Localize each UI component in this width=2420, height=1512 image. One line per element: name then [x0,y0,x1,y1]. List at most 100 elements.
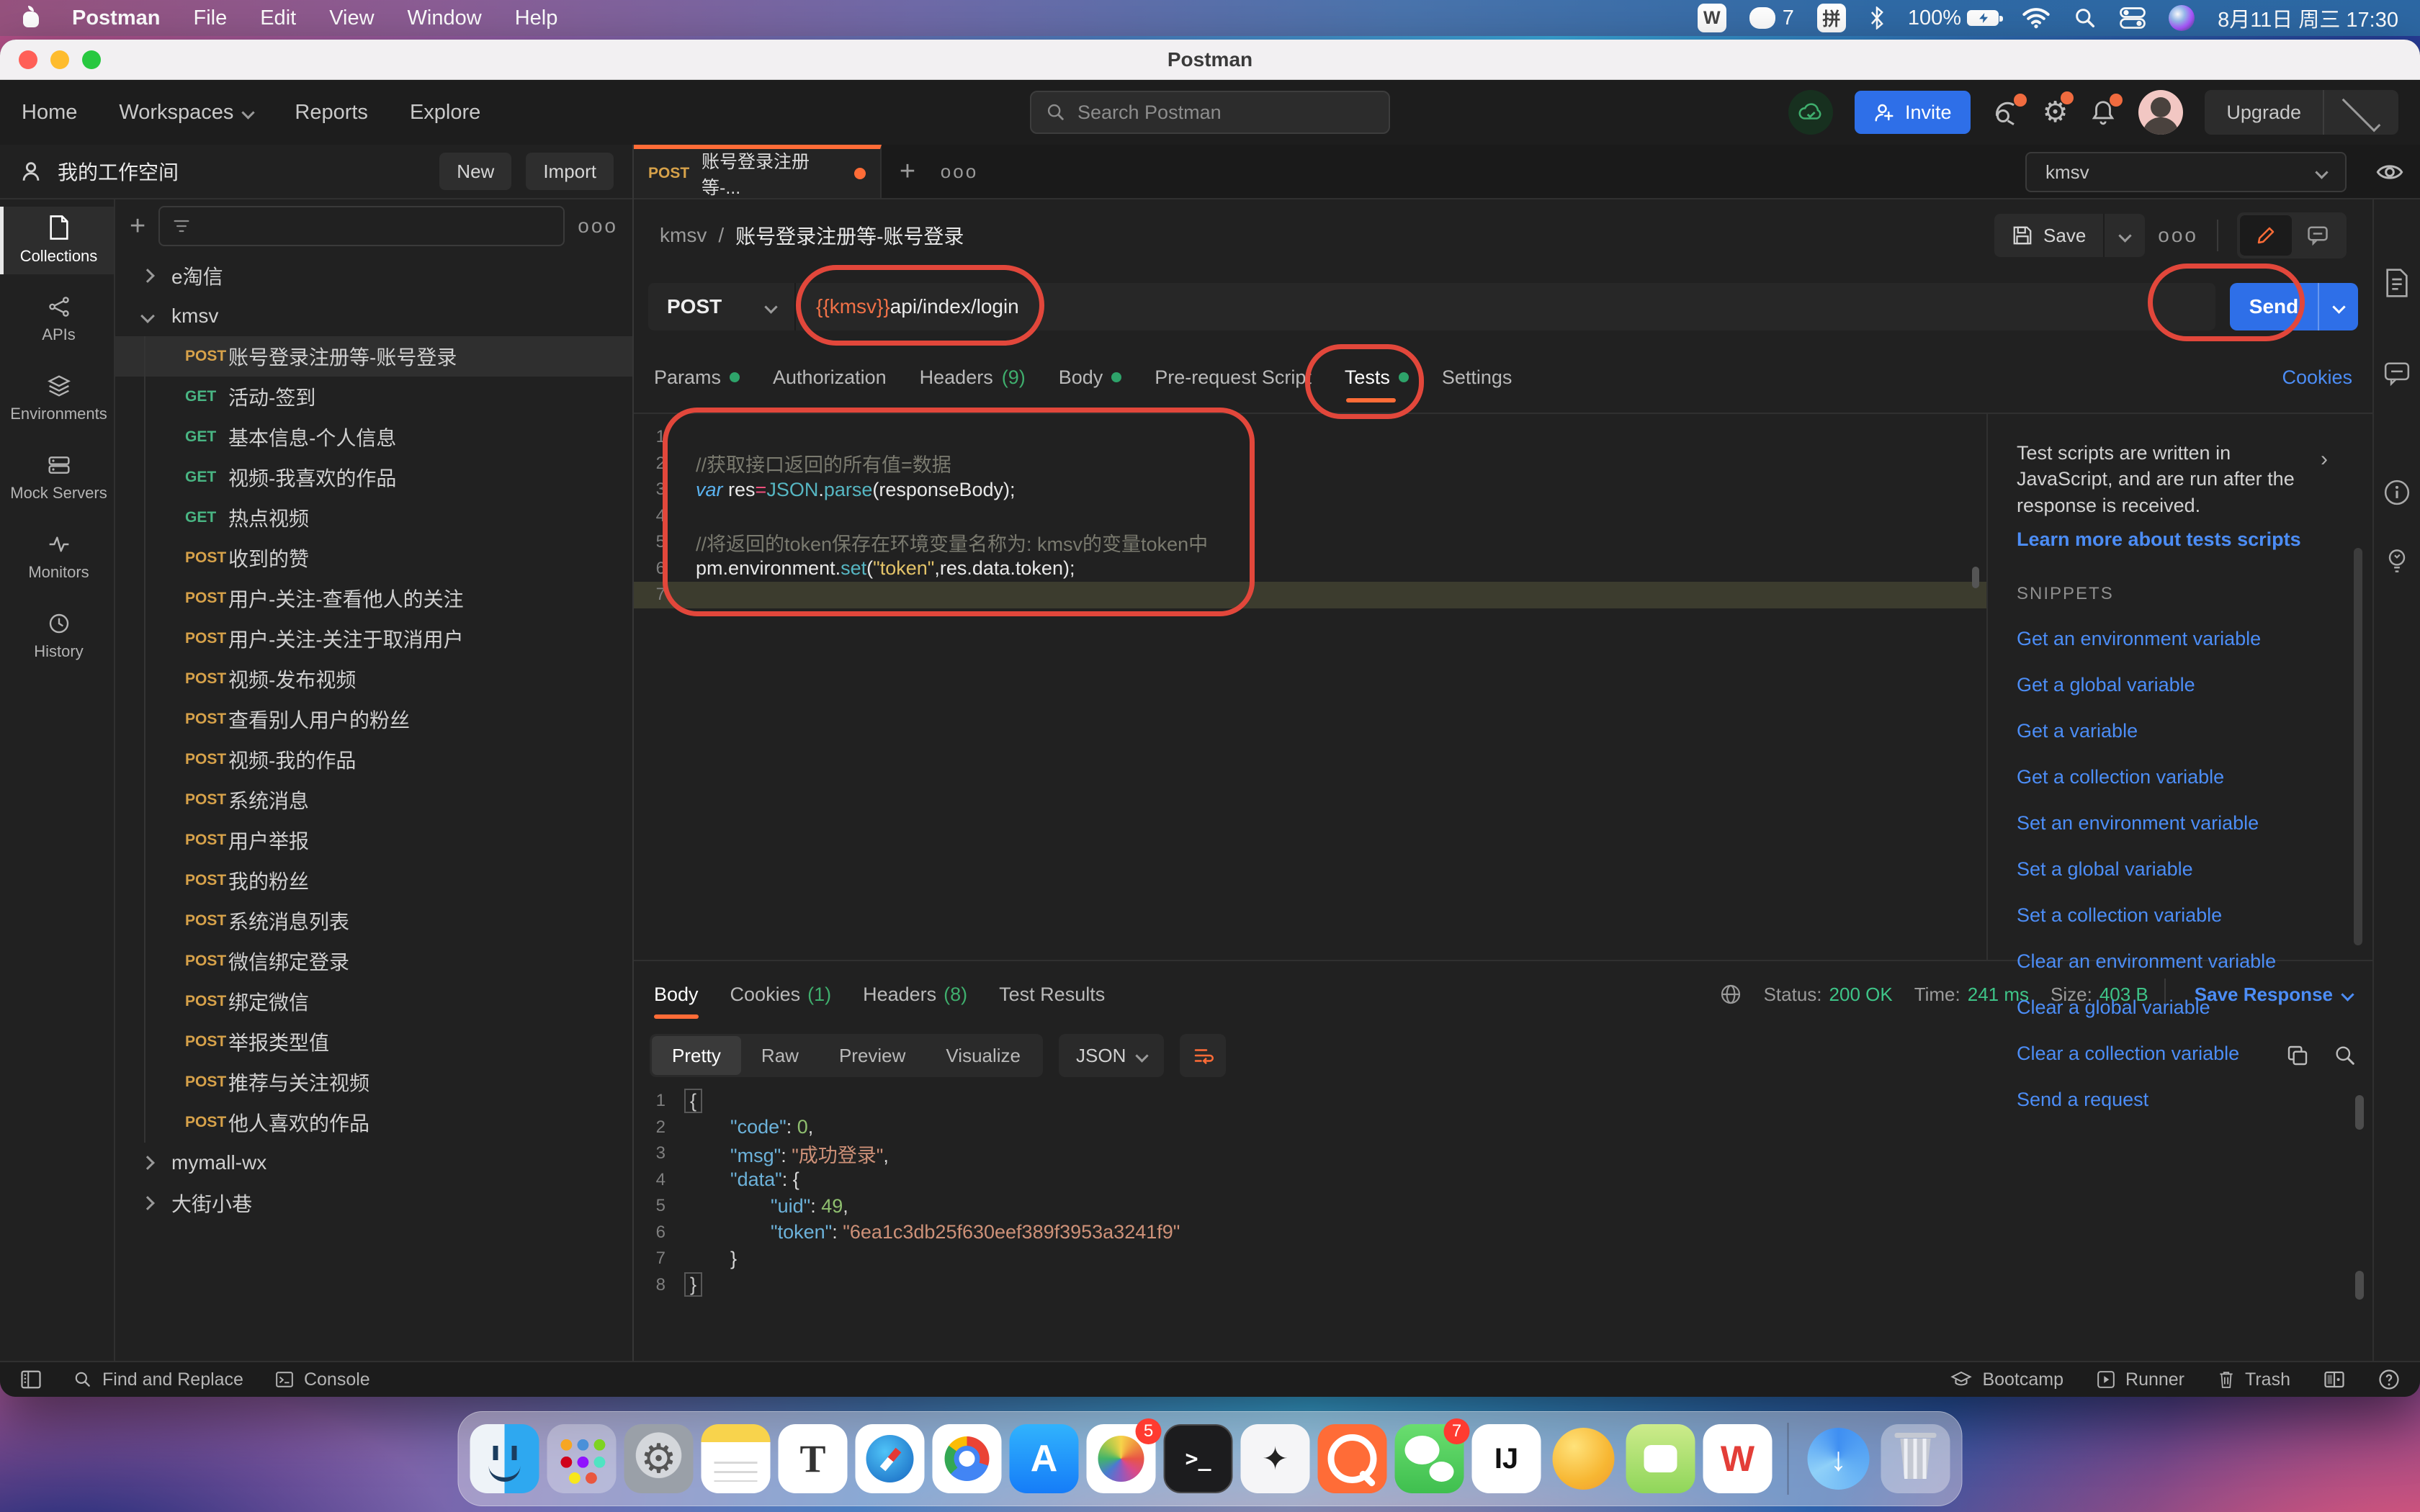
dock-chrome-icon[interactable] [933,1424,1002,1493]
apple-menu-icon[interactable] [22,7,40,29]
open-request-tab[interactable]: POST 账号登录注册等-... [634,145,882,198]
snippet-get-a-collection-variable[interactable]: Get a collection variable [2017,766,2372,788]
url-input[interactable]: {{kmsv}}api/index/login [796,283,2215,330]
cookies-link[interactable]: Cookies [2282,366,2352,389]
comments-icon[interactable] [2383,361,2411,387]
send-options-button[interactable] [2318,283,2358,330]
dock-wechat-icon[interactable]: 7 [1395,1424,1464,1493]
environment-quick-look-icon[interactable] [2375,159,2404,185]
bluetooth-icon[interactable] [1869,6,1885,30]
dock-postman-icon[interactable] [1318,1424,1387,1493]
snippets-scrollbar[interactable] [2354,548,2362,945]
upgrade-dropdown[interactable] [2323,90,2398,135]
request-tab-body[interactable]: Body [1059,342,1122,413]
workspace-title[interactable]: 我的工作空间 [58,157,179,186]
request-tab-tests[interactable]: Tests [1345,342,1409,413]
tab-options-icon[interactable]: ooo [933,145,985,198]
request-item[interactable]: POST收到的赞 [115,538,632,578]
import-button[interactable]: Import [526,153,614,190]
menu-clock[interactable]: 8月11日 周三 17:30 [2218,3,2398,33]
dock-launchpad-icon[interactable] [547,1424,617,1493]
response-tab-test-results[interactable]: Test Results [999,961,1105,1027]
collection-folder[interactable]: mymall-wx [115,1143,632,1183]
response-tab-body[interactable]: Body [654,961,699,1027]
view-pretty[interactable]: Pretty [652,1036,741,1075]
language-selector[interactable]: JSON [1059,1034,1164,1077]
dock-textedit-icon[interactable]: T [779,1424,848,1493]
dock-photos-icon[interactable]: 5 [1087,1424,1156,1493]
menu-item-help[interactable]: Help [515,6,558,30]
rail-item-collections[interactable]: Collections [0,207,114,274]
tests-learn-more-link[interactable]: Learn more about tests scripts [2017,528,2301,551]
method-selector[interactable]: POST [648,283,796,330]
wechat-status-item[interactable]: 7 [1749,6,1794,30]
breadcrumb-collection[interactable]: kmsv [660,224,707,247]
editor-scrollbar[interactable] [1972,567,1979,588]
collection-folder[interactable]: 大街小巷 [115,1183,632,1223]
snippet-set-a-collection-variable[interactable]: Set a collection variable [2017,904,2372,927]
collection-folder[interactable]: kmsv [115,296,632,336]
invite-button[interactable]: Invite [1855,91,1971,134]
collapse-panel-icon[interactable]: › [2321,447,2328,472]
console-button[interactable]: Console [275,1369,370,1390]
dock-white-app-icon[interactable]: ✦ [1241,1424,1310,1493]
request-item[interactable]: GET基本信息-个人信息 [115,417,632,457]
request-item[interactable]: POST查看别人用户的粉丝 [115,699,632,739]
dock-wps-icon[interactable]: W [1703,1424,1773,1493]
input-method-icon[interactable]: 拼 [1817,4,1846,32]
request-item[interactable]: POST举报类型值 [115,1022,632,1062]
user-avatar[interactable] [2138,90,2183,135]
request-item[interactable]: POST绑定微信 [115,981,632,1022]
more-actions-icon[interactable]: ooo [578,215,618,238]
request-item[interactable]: POST用户-关注-关注于取消用户 [115,618,632,659]
info-icon[interactable] [2383,479,2411,506]
siri-icon[interactable] [2169,5,2195,31]
request-item[interactable]: POST账号登录注册等-账号登录 [115,336,632,377]
dock-green-app-icon[interactable] [1626,1424,1695,1493]
new-button[interactable]: New [439,153,511,190]
menu-item-file[interactable]: File [193,6,227,30]
zoom-window-button[interactable] [82,50,101,69]
nav-explore[interactable]: Explore [410,101,480,125]
snippet-clear-a-collection-variable[interactable]: Clear a collection variable [2017,1043,2372,1065]
view-preview[interactable]: Preview [819,1036,926,1075]
new-collection-button[interactable]: + [130,212,145,240]
request-item[interactable]: POST系统消息 [115,780,632,820]
snippet-set-a-global-variable[interactable]: Set a global variable [2017,858,2372,881]
request-item[interactable]: POST用户举报 [115,820,632,860]
request-item[interactable]: POST系统消息列表 [115,901,632,941]
api-network-icon[interactable] [1992,98,2021,127]
request-item[interactable]: POST用户-关注-查看他人的关注 [115,578,632,618]
view-raw[interactable]: Raw [741,1036,819,1075]
save-button[interactable]: Save [1994,214,2103,257]
response-scrollbar[interactable] [2355,1095,2364,1130]
request-item[interactable]: GET活动-签到 [115,377,632,417]
request-item[interactable]: POST微信绑定登录 [115,941,632,981]
snippet-get-a-variable[interactable]: Get a variable [2017,720,2372,742]
lightbulb-icon[interactable] [2383,546,2411,575]
dock-system-settings-icon[interactable]: ⚙ [624,1424,694,1493]
word-status-icon[interactable]: W [1698,4,1726,32]
dock-safari-icon[interactable] [856,1424,925,1493]
snippet-clear-a-global-variable[interactable]: Clear a global variable [2017,996,2372,1019]
wifi-icon[interactable] [2022,6,2051,30]
rail-item-apis[interactable]: APIs [0,286,114,354]
request-tab-headers[interactable]: Headers(9) [920,342,1026,413]
menu-app-name[interactable]: Postman [72,6,160,30]
filter-input[interactable] [158,206,565,246]
sidebar-toggle-icon[interactable] [20,1369,42,1390]
spotlight-icon[interactable] [2074,6,2097,30]
menu-item-window[interactable]: Window [408,6,482,30]
request-item[interactable]: GET热点视频 [115,498,632,538]
snippet-clear-an-environment-variable[interactable]: Clear an environment variable [2017,950,2372,973]
breadcrumb-request-name[interactable]: 账号登录注册等-账号登录 [735,221,964,250]
new-tab-button[interactable]: + [882,145,933,198]
nav-reports[interactable]: Reports [295,101,368,125]
request-item[interactable]: POST他人喜欢的作品 [115,1102,632,1143]
split-panel-icon[interactable] [2323,1369,2345,1390]
dock-intellij-icon[interactable]: IJ [1472,1424,1541,1493]
response-tab-headers[interactable]: Headers(8) [863,961,967,1027]
request-tab-params[interactable]: Params [654,342,740,413]
snippet-get-a-global-variable[interactable]: Get a global variable [2017,674,2372,696]
notifications-bell-icon[interactable] [2089,98,2117,127]
